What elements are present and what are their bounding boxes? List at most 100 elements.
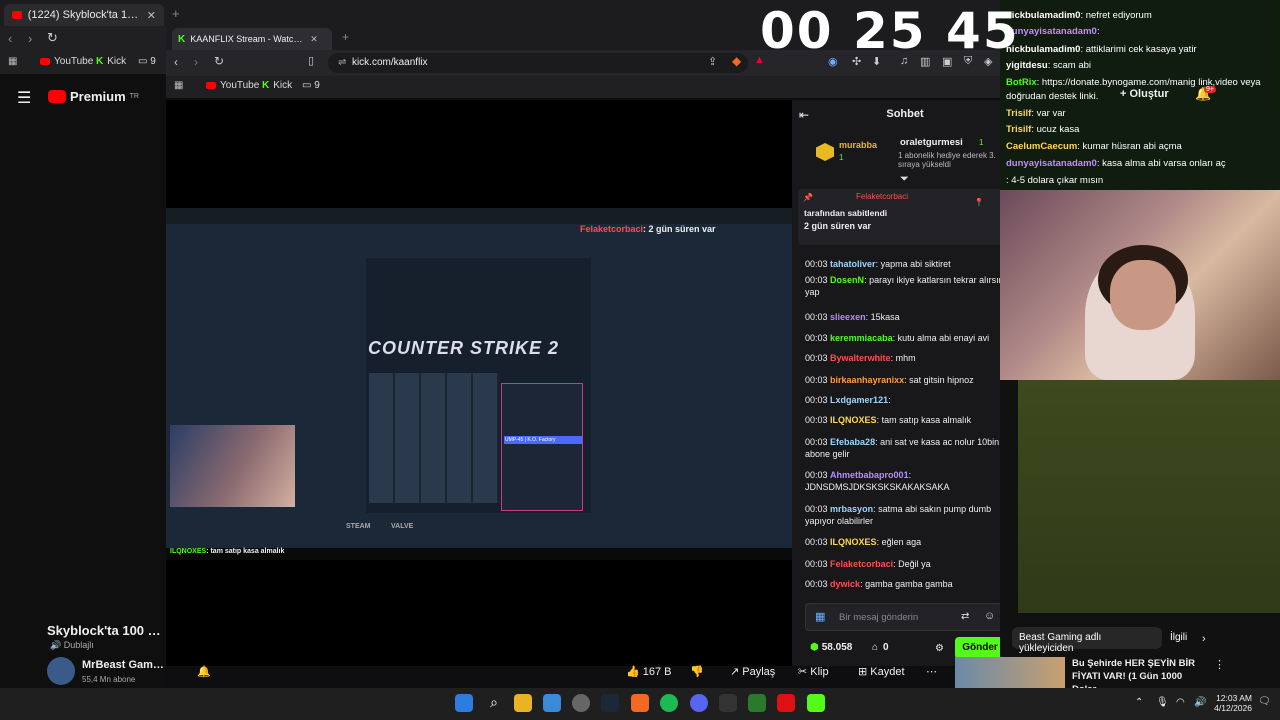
share-icon[interactable]: ⇪ (708, 55, 717, 68)
back-icon[interactable]: ‹ (8, 31, 12, 46)
translate-icon[interactable]: ⇄ (961, 611, 969, 622)
outer-tab[interactable]: (1224) Skyblock'ta 100 Gün Hay ✕ (4, 4, 164, 26)
overlay-text: : nefret ediyorum (1080, 10, 1152, 21)
channel-name[interactable]: MrBeast Gaming (82, 659, 166, 671)
message-username[interactable]: tahatoliver (830, 259, 876, 269)
create-button[interactable]: + Oluştur (1120, 88, 1169, 100)
reload-icon[interactable]: ↻ (214, 54, 224, 68)
like-button[interactable]: 👍 167 B (626, 665, 672, 678)
chat-message: 00:03 slieexen: 15kasa (805, 311, 1005, 323)
message-username[interactable]: ILQNOXES (830, 415, 877, 425)
chip-next-icon[interactable]: › (1202, 633, 1206, 645)
mic-icon[interactable]: 🎙 (1156, 697, 1169, 708)
filter-chip-related[interactable]: İlgili (1166, 627, 1196, 649)
spotify-icon[interactable] (660, 694, 678, 712)
chat-message: 00:03 Bywalterwhite: mhm (805, 352, 1005, 364)
forward-icon[interactable]: › (194, 55, 198, 69)
search-icon[interactable]: ⌕ (485, 694, 503, 712)
close-icon[interactable]: ✕ (147, 9, 156, 22)
nvidia-icon[interactable] (748, 694, 766, 712)
pinned-username[interactable]: Felaketcorbaci (856, 192, 908, 201)
brave-shield-icon[interactable]: ◆ (732, 54, 741, 68)
message-username[interactable]: slieexen (830, 312, 866, 322)
gift-user[interactable]: oraletgurmesi (900, 137, 963, 148)
dislike-icon[interactable]: 👎 (690, 665, 704, 678)
rec-more-icon[interactable]: ⋮ (1214, 658, 1225, 671)
message-username[interactable]: ILQNOXES (830, 537, 877, 547)
send-button[interactable]: Gönder (955, 637, 1005, 659)
message-username[interactable]: Ahmetbabapro001 (830, 470, 909, 480)
bell-icon[interactable]: 🔔 (197, 665, 211, 678)
photos-icon[interactable] (543, 694, 561, 712)
bookmark-label: 9 (314, 80, 320, 91)
message-username[interactable]: mrbasyon (830, 504, 873, 514)
inventory-grid[interactable] (369, 373, 499, 503)
clock[interactable]: 12:03 AM 4/12/2026 (1212, 693, 1252, 713)
site-info-icon[interactable]: ⇌ (338, 57, 346, 68)
app-icon[interactable] (719, 694, 737, 712)
back-icon[interactable]: ‹ (174, 55, 178, 69)
bookmark-kick[interactable]: K Kick (262, 80, 292, 91)
tray-chevron-icon[interactable]: ⌃ (1135, 697, 1143, 708)
channel-points[interactable]: ⬢ 58.058 (810, 642, 852, 653)
gift-leader[interactable]: murabba (839, 140, 877, 150)
message-username[interactable]: Felaketcorbaci (830, 559, 893, 569)
message-username[interactable]: dywick (830, 579, 860, 589)
emoji-icon[interactable]: ☺ (984, 610, 995, 622)
wifi-icon[interactable]: ◠ (1176, 697, 1185, 708)
points-value: 58.058 (821, 642, 853, 653)
filter-icon[interactable]: ⏷ (900, 173, 909, 186)
steam-icon[interactable] (601, 694, 619, 712)
folder-icon: ▭ (138, 56, 148, 67)
new-tab-icon[interactable]: + (342, 30, 349, 44)
kick-chat-panel: ⇤ Sohbet murabba 1 oraletgurmesi 1 1 abo… (792, 100, 1010, 666)
message-time: 00:03 (805, 559, 828, 569)
menu-icon[interactable]: ☰ (17, 88, 31, 108)
forward-icon[interactable]: › (28, 31, 32, 46)
reload-icon[interactable]: ↻ (47, 30, 58, 46)
settings-gear-icon[interactable]: ⚙ (935, 643, 944, 654)
youtube-app-icon[interactable] (777, 694, 795, 712)
youtube-logo[interactable]: Premium TR (48, 89, 139, 104)
chatgpt-icon[interactable] (572, 694, 590, 712)
like-count: 167 B (642, 666, 672, 678)
apps-grid-icon[interactable]: ▦ (8, 56, 17, 67)
message-text: : (888, 395, 891, 405)
emote-picker-icon[interactable]: ▦ (815, 610, 825, 623)
new-tab-icon[interactable]: + (172, 6, 180, 21)
message-username[interactable]: Efebaba28 (830, 437, 875, 447)
close-icon[interactable]: ✕ (310, 34, 318, 45)
clip-button[interactable]: ✂ Klip (798, 665, 829, 678)
bookmark-icon[interactable]: ▯ (308, 54, 314, 67)
chat-input[interactable]: Bir mesaj gönderin (805, 603, 1003, 631)
message-username[interactable]: DosenN (830, 275, 864, 285)
save-button[interactable]: ⊞ Kaydet (858, 665, 905, 678)
message-username[interactable]: Bywalterwhite (830, 353, 891, 363)
kick-app-icon[interactable] (807, 694, 825, 712)
bookmark-folder[interactable]: ▭ 9 (138, 56, 156, 67)
bookmark-youtube[interactable]: YouTube (40, 56, 93, 67)
file-explorer-icon[interactable] (514, 694, 532, 712)
bookmark-folder[interactable]: ▭ 9 (302, 80, 320, 91)
bookmark-kick[interactable]: K Kick (96, 56, 126, 67)
bookmark-youtube[interactable]: YouTube (206, 80, 259, 91)
url-field[interactable]: ⇌ kick.com/kaanflix (328, 53, 748, 73)
message-username[interactable]: keremmiacaba (830, 333, 893, 343)
streamer-webcam (1000, 190, 1280, 380)
notification-center-icon[interactable]: 🗨 (1258, 696, 1271, 707)
apps-grid-icon[interactable]: ▦ (174, 80, 183, 91)
unpin-icon[interactable]: 📍 (974, 198, 984, 207)
message-username[interactable]: birkaanhayranixx (830, 375, 904, 385)
inner-tab[interactable]: K KAANFLIX Stream - Watch Li ✕ (172, 28, 332, 50)
filter-chip[interactable]: Beast Gaming adlı yükleyiciden (1012, 627, 1162, 654)
message-username[interactable]: Lxdgamer121 (830, 395, 888, 405)
brave-icon[interactable] (631, 694, 649, 712)
discord-icon[interactable] (690, 694, 708, 712)
start-icon[interactable] (455, 694, 473, 712)
channel-avatar[interactable] (47, 657, 75, 685)
volume-icon[interactable]: 🔊 (1194, 697, 1206, 708)
share-button[interactable]: ↗ Paylaş (730, 665, 775, 678)
more-icon[interactable]: ⋯ (926, 665, 937, 678)
share-label: Paylaş (742, 666, 776, 678)
chest-counter[interactable]: ⌂ 0 (872, 642, 889, 653)
